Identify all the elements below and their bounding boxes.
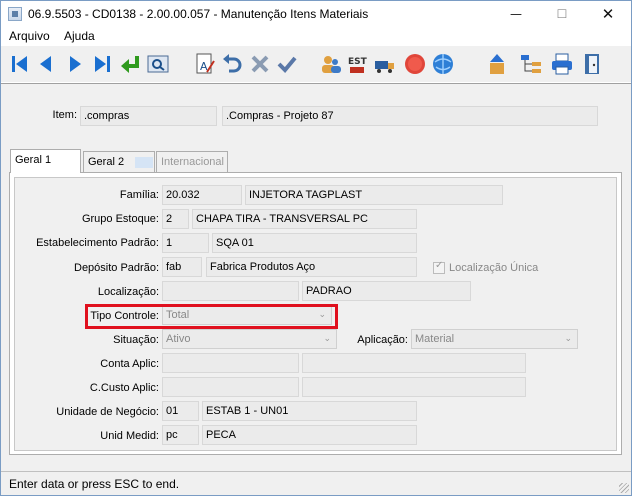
situacao-value: Ativo <box>166 333 191 345</box>
item-label: Item: <box>52 109 77 121</box>
item-code-field[interactable]: .compras <box>80 106 217 126</box>
goto-icon[interactable] <box>118 52 142 76</box>
search-zoom-icon[interactable] <box>146 52 170 76</box>
aplicacao-label: Aplicação: <box>357 334 408 346</box>
first-record-icon[interactable] <box>8 52 32 76</box>
grupo-estoque-label: Grupo Estoque: <box>81 213 159 225</box>
globe-icon[interactable] <box>431 52 455 76</box>
item-panel: Item: .compras .Compras - Projeto 87 <box>1 84 631 144</box>
title-bar: 06.9.5503 - CD0138 - 2.00.00.057 - Manut… <box>1 1 631 27</box>
status-text: Enter data or press ESC to end. <box>9 477 180 491</box>
est-icon[interactable]: EST <box>346 52 370 76</box>
previous-record-icon[interactable] <box>34 52 58 76</box>
exit-icon[interactable] <box>580 52 604 76</box>
close-button[interactable]: ✕ <box>585 1 631 27</box>
aplicacao-select[interactable]: Material ⌄ <box>411 329 578 349</box>
last-record-icon[interactable] <box>90 52 114 76</box>
estabelecimento-description-field: SQA 01 <box>212 233 417 253</box>
users-icon[interactable] <box>319 52 343 76</box>
deposito-description-field: Fabrica Produtos Aço <box>206 257 417 277</box>
tipo-controle-value: Total <box>166 309 190 321</box>
chevron-down-icon: ⌄ <box>318 310 326 320</box>
localizacao-unica-label: Localização Única <box>449 262 539 274</box>
unid-medid-label: Unid Medid: <box>100 430 159 442</box>
tab-geral-2-label: Geral 2 <box>88 156 125 168</box>
app-icon <box>8 7 22 21</box>
familia-label: Família: <box>119 189 159 201</box>
conta-aplic-label: Conta Aplic: <box>100 358 159 370</box>
next-record-icon[interactable] <box>63 52 87 76</box>
tab-geral-2[interactable]: Geral 2 <box>83 151 155 173</box>
resize-grip-icon[interactable] <box>619 483 629 493</box>
estabelecimento-label: Estabelecimento Padrão: <box>36 237 159 249</box>
chevron-down-icon: ⌄ <box>564 334 572 344</box>
menu-bar: Arquivo Ajuda <box>1 27 631 46</box>
tab-geral-1[interactable]: Geral 1 <box>10 149 81 173</box>
ccusto-aplic-label: C.Custo Aplic: <box>89 382 159 394</box>
delete-icon[interactable] <box>248 52 272 76</box>
print-icon[interactable] <box>550 52 574 76</box>
localizacao-code-field[interactable] <box>162 281 299 301</box>
application-window: 06.9.5503 - CD0138 - 2.00.00.057 - Manut… <box>0 0 632 496</box>
grupo-estoque-description-field: CHAPA TIRA - TRANSVERSAL PC <box>192 209 417 229</box>
svg-text:EST: EST <box>348 57 368 67</box>
confirm-icon[interactable] <box>275 52 299 76</box>
aplicacao-value: Material <box>415 333 455 345</box>
conta-aplic-description-field <box>302 353 526 373</box>
familia-description-field: INJETORA TAGPLAST <box>245 185 503 205</box>
unidade-negocio-label: Unidade de Negócio: <box>56 406 159 418</box>
upload-icon[interactable] <box>485 52 509 76</box>
deposito-label: Depósito Padrão: <box>74 262 159 274</box>
localizacao-label: Localização: <box>97 286 159 298</box>
status-bar: Enter data or press ESC to end. <box>1 471 631 495</box>
unidade-negocio-description-field: ESTAB 1 - UN01 <box>202 401 417 421</box>
unidade-negocio-code-field[interactable]: 01 <box>162 401 199 421</box>
edit-icon[interactable]: A <box>193 52 217 76</box>
minimize-button[interactable]: — <box>493 1 539 27</box>
tab-internacional[interactable]: Internacional <box>156 151 228 173</box>
conta-aplic-field[interactable] <box>162 353 299 373</box>
menu-ajuda[interactable]: Ajuda <box>64 29 95 43</box>
stop-icon[interactable] <box>403 52 427 76</box>
localizacao-unica-checkbox[interactable] <box>433 260 445 274</box>
unid-medid-code-field[interactable]: pc <box>162 425 199 445</box>
deposito-code-field[interactable]: fab <box>162 257 202 277</box>
ccusto-aplic-description-field <box>302 377 526 397</box>
toolbar: A EST <box>1 46 631 83</box>
tab-focus-marker <box>135 156 154 168</box>
transport-icon[interactable] <box>373 52 397 76</box>
familia-code-field[interactable]: 20.032 <box>162 185 242 205</box>
ccusto-aplic-field[interactable] <box>162 377 299 397</box>
unid-medid-description-field: PECA <box>202 425 417 445</box>
chevron-down-icon: ⌄ <box>323 334 331 344</box>
tipo-controle-select[interactable]: Total ⌄ <box>162 305 332 325</box>
tipo-controle-label: Tipo Controle: <box>90 310 159 322</box>
undo-icon[interactable] <box>220 52 244 76</box>
maximize-button[interactable]: ☐ <box>539 1 585 27</box>
tree-icon[interactable] <box>519 52 543 76</box>
item-description-field: .Compras - Projeto 87 <box>222 106 598 126</box>
situacao-select[interactable]: Ativo ⌄ <box>162 329 337 349</box>
menu-arquivo[interactable]: Arquivo <box>9 29 50 43</box>
localizacao-description-field: PADRAO <box>302 281 471 301</box>
window-title: 06.9.5503 - CD0138 - 2.00.00.057 - Manut… <box>28 7 369 21</box>
estabelecimento-code-field[interactable]: 1 <box>162 233 209 253</box>
situacao-label: Situação: <box>113 334 159 346</box>
grupo-estoque-code-field[interactable]: 2 <box>162 209 189 229</box>
